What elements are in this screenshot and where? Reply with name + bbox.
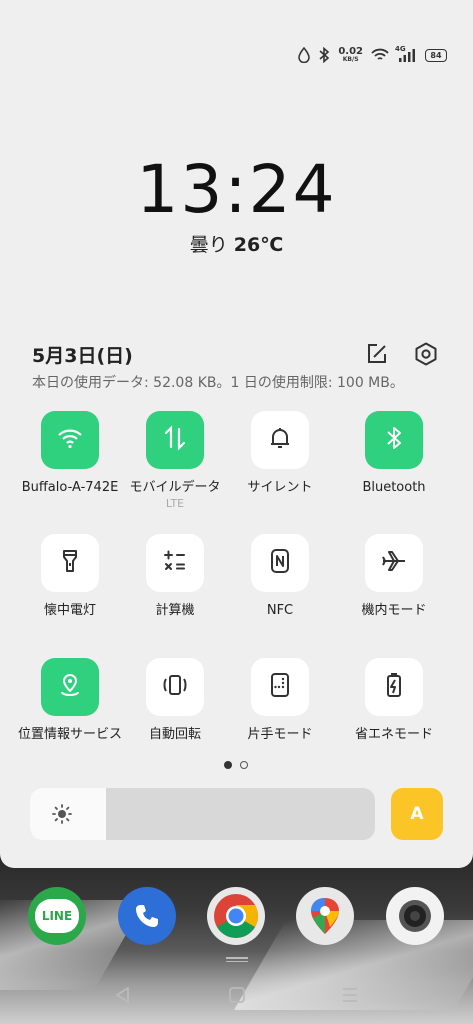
toggle-tile[interactable]: 省エネモード — [342, 658, 446, 744]
auto-brightness-button[interactable]: A — [391, 788, 443, 840]
line-app-icon[interactable]: LINE — [28, 887, 86, 945]
recents-icon[interactable] — [340, 985, 360, 1005]
chrome-app-icon[interactable] — [207, 887, 265, 945]
signal-icon: 4G — [395, 45, 417, 63]
airplane-icon — [381, 549, 407, 577]
quick-settings-panel: 0.02 KB/S 4G 84 13:24 曇り 26℃ 5月3日(日) 本日の… — [0, 0, 473, 868]
toggle-tile[interactable]: 自動回転 — [123, 658, 227, 744]
page-indicator — [224, 761, 248, 769]
bell-icon — [269, 426, 291, 454]
wifi-toggle-button[interactable] — [41, 411, 99, 469]
toggle-label: Bluetooth — [362, 480, 426, 495]
toggle-label: 機内モード — [361, 603, 427, 618]
one-hand-toggle-button[interactable] — [251, 658, 309, 716]
toggle-tile[interactable]: 計算機 — [123, 534, 227, 620]
toggle-tile[interactable]: Buffalo-A-742E — [18, 411, 122, 497]
toggle-tile[interactable]: 機内モード — [342, 534, 446, 620]
toggle-tile[interactable]: サイレント — [228, 411, 332, 497]
toggle-tile[interactable]: Bluetooth — [342, 411, 446, 497]
maps-app-icon[interactable] — [296, 887, 354, 945]
wifi-status-icon — [371, 48, 389, 60]
one-hand-icon — [269, 672, 291, 702]
calculator-icon — [163, 549, 187, 577]
camera-app-icon[interactable] — [386, 887, 444, 945]
flashlight-toggle-button[interactable] — [41, 534, 99, 592]
battery-level: 84 — [430, 50, 442, 60]
data-saver-icon — [298, 47, 311, 63]
toggle-label: 省エネモード — [354, 727, 433, 742]
brightness-icon — [52, 804, 72, 824]
data-usage-text: 本日の使用データ: 52.08 KB。1 日の使用制限: 100 MB。 — [32, 375, 404, 391]
drawer-handle[interactable] — [226, 957, 248, 963]
page-dot-2[interactable] — [240, 761, 248, 769]
mobile-data-icon — [163, 425, 187, 455]
bluetooth-toggle-button[interactable] — [365, 411, 423, 469]
toggle-tile[interactable]: NFC — [228, 534, 332, 620]
auto-rotate-toggle-button[interactable] — [146, 658, 204, 716]
home-icon[interactable] — [227, 985, 247, 1005]
nfc-toggle-button[interactable] — [251, 534, 309, 592]
edit-icon[interactable] — [366, 343, 388, 369]
bluetooth-status-icon — [319, 47, 330, 63]
maps-glyph — [311, 898, 339, 934]
weather[interactable]: 曇り 26℃ — [0, 230, 473, 257]
toggle-tile[interactable]: モバイルデータ LTE — [123, 411, 227, 511]
speed-unit: KB/S — [342, 56, 359, 63]
auto-rotate-icon — [162, 673, 188, 701]
calculator-toggle-button[interactable] — [146, 534, 204, 592]
bell-toggle-button[interactable] — [251, 411, 309, 469]
toggle-label: 自動回転 — [148, 727, 201, 742]
date: 5月3日(日) — [32, 345, 133, 367]
mobile-data-toggle-button[interactable] — [146, 411, 204, 469]
toggle-label: NFC — [266, 603, 294, 618]
weather-temperature: 26℃ — [233, 234, 284, 256]
settings-icon[interactable] — [414, 342, 438, 370]
nfc-icon — [270, 548, 290, 578]
chrome-glyph — [214, 894, 258, 938]
toggle-tile[interactable]: 片手モード — [228, 658, 332, 744]
toggle-label: モバイルデータ — [129, 480, 221, 495]
phone-glyph — [136, 905, 158, 927]
toggle-label: 位置情報サービス — [18, 727, 123, 742]
location-toggle-button[interactable] — [41, 658, 99, 716]
toggle-label: Buffalo-A-742E — [21, 480, 119, 495]
brightness-slider[interactable] — [30, 788, 375, 840]
toggle-label: 懐中電灯 — [43, 603, 96, 618]
weather-condition: 曇り — [189, 234, 228, 256]
status-bar: 0.02 KB/S 4G 84 — [298, 44, 447, 66]
battery-indicator: 84 — [425, 48, 447, 62]
location-icon — [58, 672, 82, 702]
toggle-tile[interactable]: 懐中電灯 — [18, 534, 122, 620]
toggle-sublabel: LTE — [165, 497, 185, 510]
bluetooth-icon — [385, 425, 403, 455]
wifi-icon — [57, 427, 83, 453]
phone-app-icon[interactable] — [118, 887, 176, 945]
page-dot-1[interactable] — [224, 761, 232, 769]
camera-glyph — [399, 900, 431, 932]
battery-saver-icon — [385, 672, 403, 702]
toggle-label: サイレント — [247, 480, 313, 495]
toggle-label: 片手モード — [247, 727, 313, 742]
airplane-toggle-button[interactable] — [365, 534, 423, 592]
battery-saver-toggle-button[interactable] — [365, 658, 423, 716]
toggle-tile[interactable]: 位置情報サービス — [18, 658, 122, 744]
line-bubble: LINE — [35, 899, 79, 933]
network-speed: 0.02 KB/S — [338, 47, 363, 63]
line-app-label: LINE — [41, 909, 73, 923]
flashlight-icon — [61, 548, 79, 578]
clock[interactable]: 13:24 — [0, 150, 473, 230]
back-icon[interactable] — [113, 985, 133, 1005]
toggle-label: 計算機 — [155, 603, 195, 618]
